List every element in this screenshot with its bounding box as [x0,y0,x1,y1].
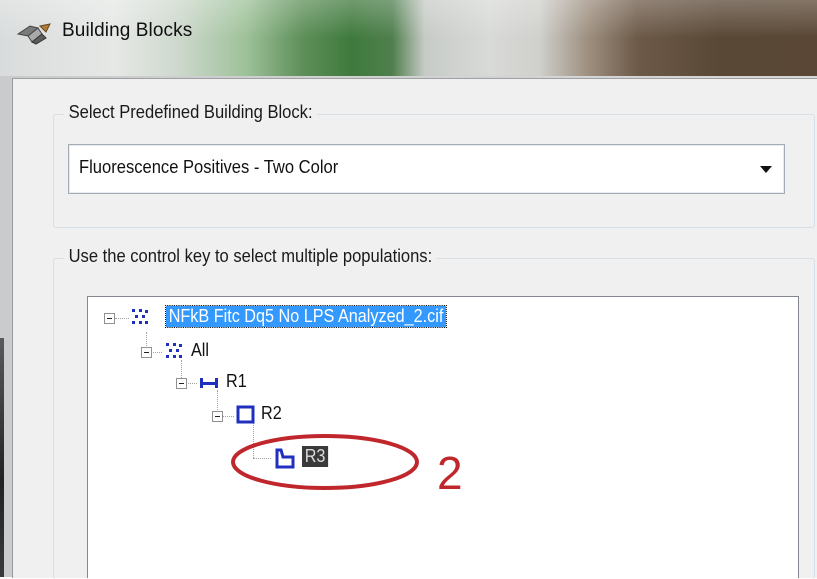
building-blocks-app-icon [16,23,51,45]
tree-expander[interactable] [176,378,187,389]
line-gate-icon [200,378,218,388]
tree-connector [222,416,234,417]
scatter-dots-icon [166,343,182,358]
tree-expander[interactable] [104,313,115,324]
rectangle-gate-icon [236,405,255,424]
tree-connector [115,318,129,319]
tree-connector [253,458,271,459]
title-bar[interactable]: Building Blocks [0,0,817,78]
building-block-select[interactable]: Fluorescence Positives - Two Color [68,144,785,194]
annotation-number: 2 [437,447,463,499]
polygon-gate-icon [275,448,295,469]
tree-node-all[interactable]: All [191,340,209,361]
tree-node-file[interactable]: NFkB Fitc Dq5 No LPS Analyzed_2.cif [165,305,447,328]
chevron-down-icon[interactable] [760,166,772,173]
scatter-dots-icon [132,309,148,324]
tree-connector [217,390,218,410]
tree-expander[interactable] [212,411,223,422]
tree-connector [151,352,162,353]
predefined-label: Select Predefined Building Block: [64,102,318,123]
tree-node-r2[interactable]: R2 [261,403,282,424]
tree-node-r3[interactable]: R3 [302,446,329,467]
population-tree[interactable] [87,296,799,578]
tree-connector [181,360,182,380]
window-title: Building Blocks [62,20,193,41]
tree-node-r1[interactable]: R1 [226,371,247,392]
tree-connector [186,383,197,384]
populations-label: Use the control key to select multiple p… [64,246,437,267]
tree-connector [253,420,254,458]
building-block-selected-value: Fluorescence Positives - Two Color [79,157,339,177]
window-edge [0,338,4,577]
tree-expander[interactable] [141,347,152,358]
